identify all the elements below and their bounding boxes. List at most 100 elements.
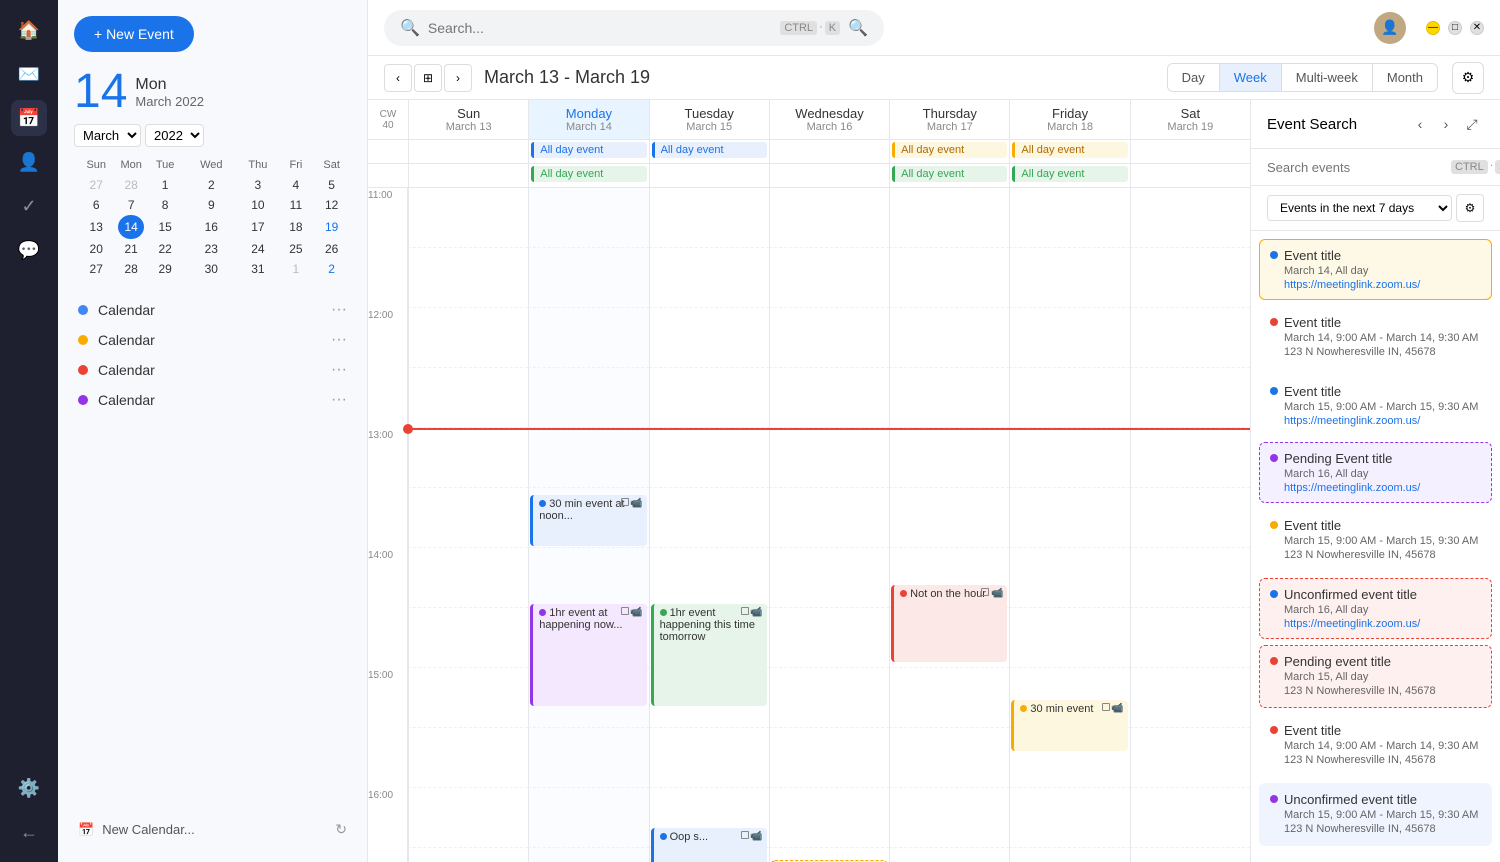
mini-cal-day[interactable]: 28: [118, 175, 143, 195]
time-slot-row5-col6[interactable]: [1130, 788, 1250, 848]
day-header-friday[interactable]: Friday March 18: [1009, 100, 1129, 139]
allday-event[interactable]: All day event: [652, 142, 767, 158]
rs-filter-select[interactable]: Events in the next 7 daysEvents todayAll…: [1267, 195, 1452, 221]
allday-cell-col2[interactable]: All day event: [649, 140, 769, 163]
time-slot-row2-col3[interactable]: [769, 428, 889, 488]
month-selector[interactable]: March 2022: [74, 124, 351, 147]
time-slot-row3-col0[interactable]: [408, 548, 528, 608]
time-half-slot-row4-col4[interactable]: [889, 728, 1009, 788]
mini-cal-day[interactable]: 19: [312, 215, 351, 239]
time-half-slot-row1-col6[interactable]: [1130, 368, 1250, 428]
day-header-monday[interactable]: Monday March 14: [528, 100, 648, 139]
mini-cal-day[interactable]: 22: [144, 239, 187, 259]
allday-cell-col2[interactable]: [649, 164, 769, 187]
time-half-slot-row2-col2[interactable]: [649, 488, 769, 548]
mini-cal-day[interactable]: 30: [186, 259, 236, 279]
timed-event-e1[interactable]: 30 min event at noon...📹: [530, 495, 646, 546]
time-slot-row3-col5[interactable]: [1009, 548, 1129, 608]
time-slot-row4-col4[interactable]: [889, 668, 1009, 728]
time-slot-row5-col4[interactable]: [889, 788, 1009, 848]
sidebar-icon-mail[interactable]: ✉️: [11, 56, 47, 92]
mini-cal-day[interactable]: 4: [280, 175, 313, 195]
time-half-slot-row3-col6[interactable]: [1130, 608, 1250, 668]
rs-nav-next[interactable]: ›: [1434, 112, 1458, 136]
allday-cell-col3[interactable]: [769, 140, 889, 163]
allday-event[interactable]: All day event: [892, 142, 1007, 158]
mini-cal-day[interactable]: 26: [312, 239, 351, 259]
day-header-sat[interactable]: Sat March 19: [1130, 100, 1250, 139]
allday-cell-col1[interactable]: All day event: [528, 164, 648, 187]
mini-cal-day[interactable]: 15: [144, 215, 187, 239]
calendar-more-button[interactable]: ···: [331, 361, 347, 379]
mini-cal-day[interactable]: 21: [118, 239, 143, 259]
right-sidebar-search[interactable]: CTRL · SHIFT · K 🔍: [1251, 149, 1500, 186]
time-slot-row1-col2[interactable]: [649, 308, 769, 368]
calendar-more-button[interactable]: ···: [331, 391, 347, 409]
time-half-slot-row2-col3[interactable]: [769, 488, 889, 548]
rs-nav-expand[interactable]: ⤢: [1460, 112, 1484, 136]
time-slot-row0-col2[interactable]: [649, 188, 769, 248]
calendar-item-cal2[interactable]: Calendar ···: [74, 325, 351, 355]
time-slot-row5-col1[interactable]: [528, 788, 648, 848]
time-half-slot-row5-col5[interactable]: [1009, 848, 1129, 862]
time-slot-row0-col6[interactable]: [1130, 188, 1250, 248]
sidebar-icon-contacts[interactable]: 👤: [11, 144, 47, 180]
time-slot-row5-col5[interactable]: [1009, 788, 1129, 848]
time-half-slot-row2-col0[interactable]: [408, 488, 528, 548]
time-half-slot-row3-col5[interactable]: [1009, 608, 1129, 668]
search-submit-icon[interactable]: 🔍: [848, 18, 868, 38]
year-select[interactable]: 2022: [145, 124, 204, 147]
day-header-wednesday[interactable]: Wednesday March 16: [769, 100, 889, 139]
time-slot-row0-col1[interactable]: [528, 188, 648, 248]
mini-cal-day[interactable]: 11: [280, 195, 313, 215]
allday-event[interactable]: All day event: [1012, 166, 1127, 182]
calendar-more-button[interactable]: ···: [331, 301, 347, 319]
time-half-slot-row1-col4[interactable]: [889, 368, 1009, 428]
mini-cal-day[interactable]: 28: [118, 259, 143, 279]
allday-event[interactable]: All day event: [1012, 142, 1127, 158]
nav-toggle-button[interactable]: ⊞: [414, 64, 442, 92]
time-slot-row2-col4[interactable]: [889, 428, 1009, 488]
time-half-slot-row4-col2[interactable]: [649, 728, 769, 788]
mini-cal-day[interactable]: 6: [74, 195, 118, 215]
maximize-button[interactable]: □: [1448, 21, 1462, 35]
time-slot-row2-col1[interactable]: [528, 428, 648, 488]
time-slot-row5-col3[interactable]: [769, 788, 889, 848]
allday-cell-col5[interactable]: All day event: [1009, 164, 1129, 187]
right-sidebar-filter[interactable]: Events in the next 7 daysEvents todayAll…: [1251, 186, 1500, 231]
allday-event[interactable]: All day event: [892, 166, 1007, 182]
calendar-item-cal4[interactable]: Calendar ···: [74, 385, 351, 415]
minimize-button[interactable]: —: [1426, 21, 1440, 35]
rs-event-item-re10[interactable]: Event title March 15, 9:00 AM - March 15…: [1259, 852, 1492, 862]
mini-cal-day[interactable]: 12: [312, 195, 351, 215]
rs-nav-prev[interactable]: ‹: [1408, 112, 1432, 136]
day-header-sun[interactable]: Sun March 13: [408, 100, 528, 139]
rs-event-link[interactable]: https://meetinglink.zoom.us/: [1284, 482, 1481, 494]
mini-cal-day[interactable]: 29: [144, 259, 187, 279]
view-tab-week[interactable]: Week: [1220, 64, 1282, 91]
time-half-slot-row4-col6[interactable]: [1130, 728, 1250, 788]
mini-cal-day[interactable]: 1: [144, 175, 187, 195]
mini-cal-day[interactable]: 8: [144, 195, 187, 215]
month-select[interactable]: March: [74, 124, 141, 147]
allday-cell-col1[interactable]: All day event: [528, 140, 648, 163]
day-header-thursday[interactable]: Thursday March 17: [889, 100, 1009, 139]
sidebar-icon-home[interactable]: 🏠: [11, 12, 47, 48]
sidebar-icon-back[interactable]: ←: [11, 814, 47, 850]
allday-cell-col4[interactable]: All day event: [889, 140, 1009, 163]
rs-event-item-re6[interactable]: Unconfirmed event title March 16, All da…: [1259, 578, 1492, 639]
allday-cell-col6[interactable]: [1130, 164, 1250, 187]
time-half-slot-row2-col4[interactable]: [889, 488, 1009, 548]
timed-event-e4[interactable]: Not on the hour📹: [891, 585, 1007, 662]
rs-filter-settings-button[interactable]: ⚙: [1456, 194, 1484, 222]
mini-cal-day[interactable]: 14: [118, 215, 143, 239]
time-slot-row2-col5[interactable]: [1009, 428, 1129, 488]
time-slot-row1-col4[interactable]: [889, 308, 1009, 368]
mini-cal-day[interactable]: 31: [236, 259, 279, 279]
time-half-slot-row0-col0[interactable]: [408, 248, 528, 308]
search-input[interactable]: [428, 20, 772, 36]
time-slot-row4-col3[interactable]: [769, 668, 889, 728]
timed-event-e3[interactable]: 1hr event happening this time tomorrow📹: [651, 604, 767, 706]
time-slot-row0-col4[interactable]: [889, 188, 1009, 248]
new-calendar-button[interactable]: 📅 New Calendar... ↻: [74, 813, 351, 846]
